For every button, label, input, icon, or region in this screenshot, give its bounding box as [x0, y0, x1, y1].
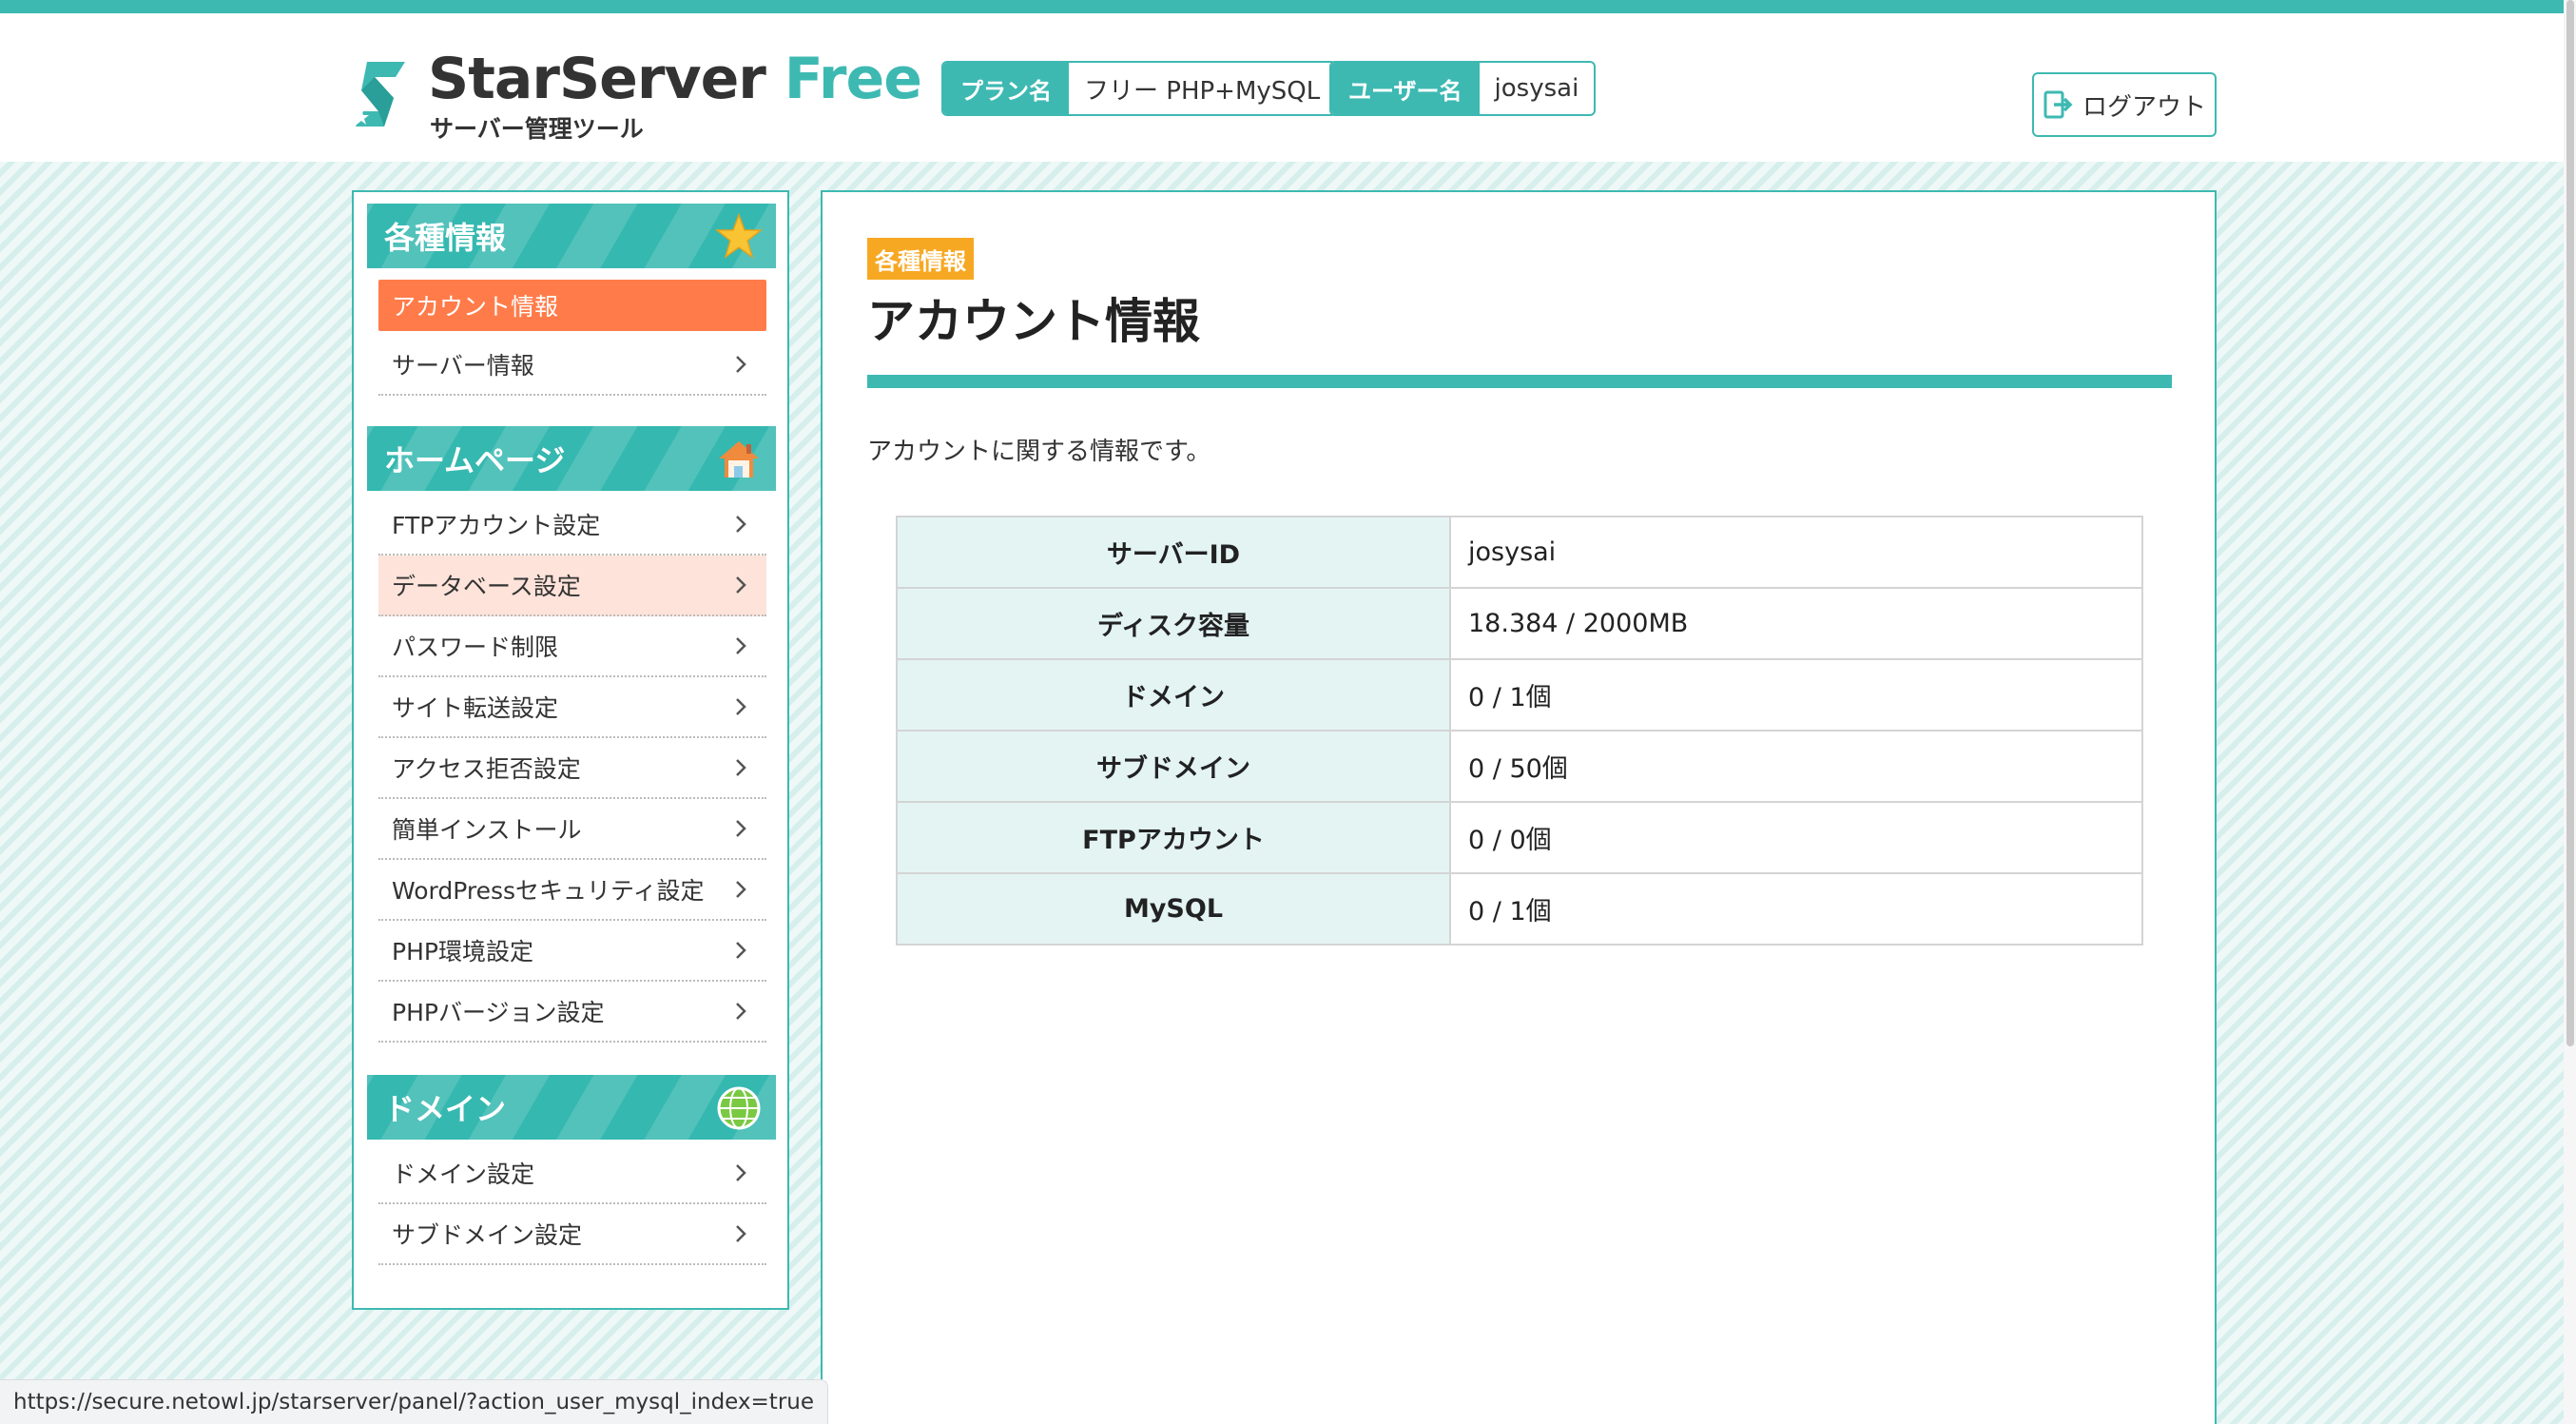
section-header-homepage: ホームページ: [367, 426, 776, 491]
chevron-right-icon: [736, 1225, 746, 1242]
sidebar-item-password-restriction[interactable]: パスワード制限: [378, 616, 766, 677]
chevron-right-icon: [736, 576, 746, 594]
plan-label: プラン名: [943, 63, 1069, 114]
user-badge: ユーザー名 josysai: [1329, 61, 1597, 116]
table-value: 0 / 50個: [1449, 730, 2143, 803]
chevron-right-icon: [736, 698, 746, 715]
table-row: サブドメイン 0 / 50個: [896, 730, 2143, 803]
section-title: ホームページ: [384, 442, 566, 478]
table-value: 0 / 0個: [1449, 801, 2143, 874]
table-value: josysai: [1449, 516, 2143, 589]
sidebar-item-label: サブドメイン設定: [392, 1221, 583, 1249]
chevron-right-icon: [736, 942, 746, 959]
table-value: 0 / 1個: [1449, 872, 2143, 946]
sidebar-item-site-redirect[interactable]: サイト転送設定: [378, 677, 766, 738]
chevron-right-icon: [736, 1003, 746, 1020]
table-key: サブドメイン: [896, 730, 1451, 803]
chevron-right-icon: [736, 759, 746, 776]
sidebar-item-database[interactable]: データベース設定: [378, 556, 766, 616]
status-bar-url: https://secure.netowl.jp/starserver/pane…: [0, 1379, 829, 1424]
user-value: josysai: [1494, 74, 1579, 103]
table-value: 18.384 / 2000MB: [1449, 587, 2143, 660]
sidebar-item-domain-settings[interactable]: ドメイン設定: [378, 1143, 766, 1204]
table-row: MySQL 0 / 1個: [896, 872, 2143, 946]
star-icon: [715, 213, 763, 259]
sidebar-item-label: PHP環境設定: [392, 938, 533, 966]
sidebar-item-label: FTPアカウント設定: [392, 512, 601, 539]
scrollbar-thumb[interactable]: [2566, 0, 2574, 1046]
sidebar-item-label: WordPressセキュリティ設定: [392, 877, 705, 905]
sidebar-item-label: PHPバージョン設定: [392, 999, 605, 1026]
table-key: ディスク容量: [896, 587, 1451, 660]
section-title: 各種情報: [384, 220, 507, 256]
section-header-domain: ドメイン: [367, 1075, 776, 1140]
category-badge: 各種情報: [867, 238, 974, 280]
chevron-right-icon: [736, 637, 746, 654]
sidebar-item-ftp-account[interactable]: FTPアカウント設定: [378, 495, 766, 556]
page-description: アカウントに関する情報です。: [867, 438, 1211, 466]
page-title: アカウント情報: [867, 294, 1200, 349]
sidebar-item-label: サーバー情報: [392, 352, 534, 380]
sidebar-item-account-info[interactable]: アカウント情報: [378, 280, 766, 331]
chevron-right-icon: [736, 820, 746, 837]
sidebar-item-label: アカウント情報: [392, 293, 559, 321]
sidebar-item-php-environment[interactable]: PHP環境設定: [378, 921, 766, 982]
sidebar: 各種情報 アカウント情報 サーバー情報 ホームページ FTPアカウント設定 デー…: [352, 190, 789, 1310]
sidebar-item-easy-install[interactable]: 簡単インストール: [378, 799, 766, 860]
user-label: ユーザー名: [1331, 63, 1480, 114]
header: StarServer Free サーバー管理ツール プラン名 フリー PHP+M…: [0, 13, 2576, 162]
globe-icon: [717, 1086, 761, 1130]
sidebar-item-label: データベース設定: [392, 573, 581, 600]
section-header-info: 各種情報: [367, 204, 776, 268]
table-key: ドメイン: [896, 658, 1451, 732]
title-underline: [867, 375, 2172, 388]
logout-icon: [2043, 90, 2073, 119]
top-accent-line: [0, 0, 2576, 13]
plan-badge: プラン名 フリー PHP+MySQL: [941, 61, 1338, 116]
sidebar-item-label: アクセス拒否設定: [392, 755, 581, 783]
table-key: サーバーID: [896, 516, 1451, 589]
sidebar-item-wordpress-security[interactable]: WordPressセキュリティ設定: [378, 860, 766, 921]
logo-title: StarServer Free: [428, 46, 922, 112]
table-value: 0 / 1個: [1449, 658, 2143, 732]
account-info-table: サーバーID josysai ディスク容量 18.384 / 2000MB ドメ…: [896, 516, 2143, 946]
logout-button[interactable]: ログアウト: [2032, 72, 2217, 137]
sidebar-item-subdomain-settings[interactable]: サブドメイン設定: [378, 1204, 766, 1265]
sidebar-item-php-version[interactable]: PHPバージョン設定: [378, 982, 766, 1043]
sidebar-item-label: 簡単インストール: [392, 816, 582, 844]
logo-subtitle: サーバー管理ツール: [430, 115, 644, 143]
sidebar-item-label: ドメイン設定: [392, 1161, 535, 1188]
table-row: ドメイン 0 / 1個: [896, 658, 2143, 732]
sidebar-item-access-deny[interactable]: アクセス拒否設定: [378, 738, 766, 799]
table-key: FTPアカウント: [896, 801, 1451, 874]
chevron-right-icon: [736, 881, 746, 898]
starserver-logo[interactable]: StarServer Free サーバー管理ツール: [350, 42, 922, 143]
plan-value: フリー PHP+MySQL: [1084, 76, 1321, 106]
table-row: サーバーID josysai: [896, 516, 2143, 589]
house-icon: [719, 441, 759, 478]
sidebar-item-server-info[interactable]: サーバー情報: [378, 335, 766, 396]
chevron-right-icon: [736, 1164, 746, 1181]
table-row: ディスク容量 18.384 / 2000MB: [896, 587, 2143, 660]
logo-mark-icon: [354, 62, 405, 127]
logout-label: ログアウト: [2082, 92, 2206, 122]
sidebar-item-label: サイト転送設定: [392, 694, 559, 722]
section-title: ドメイン: [384, 1091, 507, 1127]
table-row: FTPアカウント 0 / 0個: [896, 801, 2143, 874]
table-key: MySQL: [896, 872, 1451, 946]
main-content: 各種情報 アカウント情報 アカウントに関する情報です。 サーバーID josys…: [821, 190, 2217, 1424]
chevron-right-icon: [736, 516, 746, 533]
chevron-right-icon: [736, 356, 746, 373]
sidebar-item-label: パスワード制限: [392, 634, 559, 661]
